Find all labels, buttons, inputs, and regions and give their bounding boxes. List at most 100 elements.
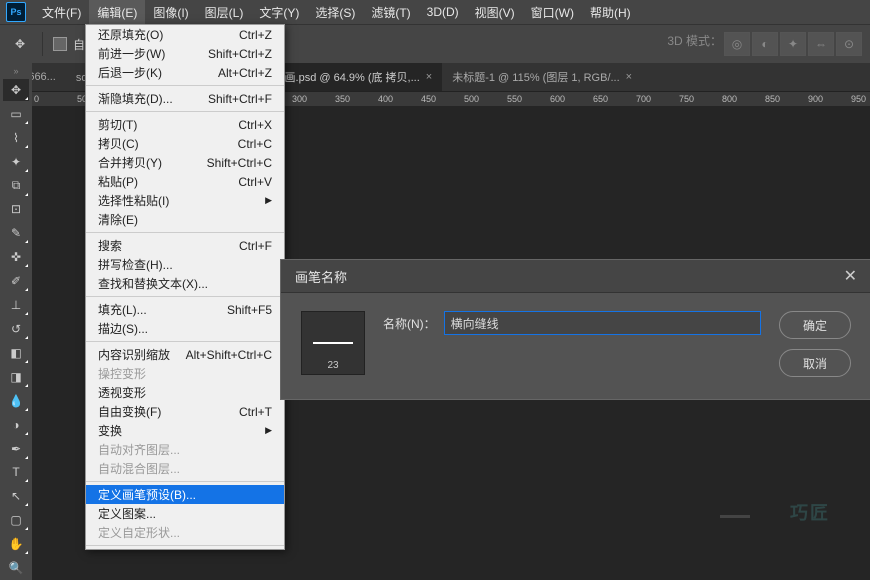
menu-item-label: 拷贝(C) (98, 135, 139, 152)
menu-item[interactable]: 搜索Ctrl+F (86, 236, 284, 255)
menu-item[interactable]: 透视变形 (86, 383, 284, 402)
3d-slide-icon[interactable]: ⇔ (808, 32, 834, 56)
menu-item[interactable]: 剪切(T)Ctrl+X (86, 115, 284, 134)
blur-tool[interactable]: 💧 (3, 390, 29, 412)
submenu-arrow-icon: ▶ (265, 425, 272, 436)
lasso-tool[interactable]: ⌇ (3, 127, 29, 149)
brush-name-dialog: 画笔名称 ✕ 23 名称(N)： 确定 取消 (280, 259, 870, 400)
separator (42, 32, 43, 56)
menu-type[interactable]: 文字(Y) (251, 0, 307, 25)
menu-image[interactable]: 图像(I) (145, 0, 196, 25)
hand-tool[interactable]: ✋ (3, 533, 29, 555)
menu-item[interactable]: 粘贴(P) Ctrl+V (86, 172, 284, 191)
3d-zoom-icon[interactable]: ⊙ (836, 32, 862, 56)
type-tool[interactable]: T (3, 462, 29, 484)
menubar: Ps 文件(F) 编辑(E) 图像(I) 图层(L) 文字(Y) 选择(S) 滤… (0, 0, 870, 24)
menu-filter[interactable]: 滤镜(T) (363, 0, 418, 25)
dialog-title: 画笔名称 (295, 267, 347, 286)
menu-item[interactable]: 查找和替换文本(X)... (86, 274, 284, 293)
menu-item[interactable]: 拷贝(C)Ctrl+C (86, 134, 284, 153)
watermark-line (720, 515, 750, 518)
menu-item[interactable]: 前进一步(W)Shift+Ctrl+Z (86, 44, 284, 63)
menu-item-label: 前进一步(W) (98, 45, 165, 62)
stamp-tool[interactable]: ⊥ (3, 294, 29, 316)
ruler-tick: 400 (378, 94, 393, 104)
menu-item[interactable]: 后退一步(K) Alt+Ctrl+Z (86, 63, 284, 82)
doc-tab-3[interactable]: 未标题-1 @ 115% (图层 1, RGB/... × (442, 63, 642, 91)
close-icon[interactable]: × (626, 71, 632, 83)
dialog-titlebar: 画笔名称 ✕ (281, 260, 870, 293)
menu-item[interactable]: 拼写检查(H)... (86, 255, 284, 274)
menu-shortcut: Ctrl+T (239, 405, 272, 419)
menu-view[interactable]: 视图(V) (467, 0, 523, 25)
menu-select[interactable]: 选择(S) (307, 0, 363, 25)
history-brush-tool[interactable]: ↺ (3, 318, 29, 340)
menu-item[interactable]: 选择性粘贴(I)▶ (86, 191, 284, 210)
marquee-tool[interactable]: ▭ (3, 103, 29, 125)
ruler-tick: 300 (292, 94, 307, 104)
brush-tool[interactable]: ✐ (3, 270, 29, 292)
menu-file[interactable]: 文件(F) (34, 0, 89, 25)
move-tool[interactable]: ✥ (3, 79, 29, 101)
menu-3d[interactable]: 3D(D) (419, 1, 467, 23)
frame-tool[interactable]: ⊡ (3, 199, 29, 221)
menu-item[interactable]: 描边(S)... (86, 319, 284, 338)
ruler-tick: 650 (593, 94, 608, 104)
patch-tool[interactable]: ✜ (3, 246, 29, 268)
menu-help[interactable]: 帮助(H) (582, 0, 639, 25)
menu-item: 操控变形 (86, 364, 284, 383)
3d-orbit-icon[interactable]: ◎ (724, 32, 750, 56)
auto-select-label: 自 (73, 36, 85, 53)
wand-tool[interactable]: ✦ (3, 151, 29, 173)
menu-shortcut: Ctrl+V (238, 175, 272, 189)
menu-item-label: 定义画笔预设(B)... (98, 486, 196, 503)
dodge-tool[interactable]: ◑ (3, 414, 29, 436)
menu-layer[interactable]: 图层(L) (197, 0, 252, 25)
rectangle-tool[interactable]: ▢ (3, 509, 29, 531)
tool-panel: » ✥ ▭ ⌇ ✦ ⧉ ⊡ ✎ ✜ ✐ ⊥ ↺ ◧ ◨ 💧 ◑ ✒ T ↖ ▢ … (0, 62, 32, 580)
menu-item[interactable]: 内容识别缩放Alt+Shift+Ctrl+C (86, 345, 284, 364)
menu-separator (86, 296, 284, 297)
menu-separator (86, 545, 284, 546)
menu-item[interactable]: 还原填充(O)Ctrl+Z (86, 25, 284, 44)
eraser-tool[interactable]: ◧ (3, 342, 29, 364)
menu-shortcut: Shift+Ctrl+F (208, 92, 272, 106)
zoom-tool[interactable]: 🔍 (3, 557, 29, 579)
3d-roll-icon[interactable]: ◐ (752, 32, 778, 56)
menu-item[interactable]: 合并拷贝(Y)Shift+Ctrl+C (86, 153, 284, 172)
crop-tool[interactable]: ⧉ (3, 175, 29, 197)
menu-item-label: 自动混合图层... (98, 460, 180, 477)
tool-toggle[interactable]: » (13, 66, 18, 76)
menu-item[interactable]: 自由变换(F)Ctrl+T (86, 402, 284, 421)
close-icon[interactable]: ✕ (844, 266, 857, 286)
3d-pan-icon[interactable]: ✦ (780, 32, 806, 56)
gradient-tool[interactable]: ◨ (3, 366, 29, 388)
menu-item[interactable]: 定义画笔预设(B)... (86, 485, 284, 504)
menu-item[interactable]: 定义图案... (86, 504, 284, 523)
menu-item[interactable]: 填充(L)...Shift+F5 (86, 300, 284, 319)
menu-separator (86, 341, 284, 342)
eyedropper-tool[interactable]: ✎ (3, 222, 29, 244)
brush-name-input[interactable] (444, 311, 761, 335)
edit-dropdown: 还原填充(O)Ctrl+Z前进一步(W)Shift+Ctrl+Z后退一步(K) A… (85, 24, 285, 550)
menu-item-label: 内容识别缩放 (98, 346, 170, 363)
menu-shortcut: Shift+Ctrl+C (207, 156, 272, 170)
menu-item[interactable]: 渐隐填充(D)...Shift+Ctrl+F (86, 89, 284, 108)
menu-shortcut: Alt+Ctrl+Z (218, 66, 272, 80)
pen-tool[interactable]: ✒ (3, 438, 29, 460)
menu-item: 自动混合图层... (86, 459, 284, 478)
close-icon[interactable]: × (426, 71, 432, 83)
path-tool[interactable]: ↖ (3, 485, 29, 507)
move-tool-icon: ✥ (8, 32, 32, 56)
menu-window[interactable]: 窗口(W) (523, 0, 582, 25)
menu-edit[interactable]: 编辑(E) (89, 0, 145, 25)
auto-select-checkbox[interactable] (53, 37, 67, 51)
menu-item-label: 后退一步(K) (98, 64, 162, 81)
cancel-button[interactable]: 取消 (779, 349, 851, 377)
menu-shortcut: Shift+F5 (227, 303, 272, 317)
ok-button[interactable]: 确定 (779, 311, 851, 339)
menu-item-label: 粘贴(P) (98, 173, 138, 190)
ruler-tick: 450 (421, 94, 436, 104)
menu-item[interactable]: 清除(E) (86, 210, 284, 229)
menu-item[interactable]: 变换▶ (86, 421, 284, 440)
